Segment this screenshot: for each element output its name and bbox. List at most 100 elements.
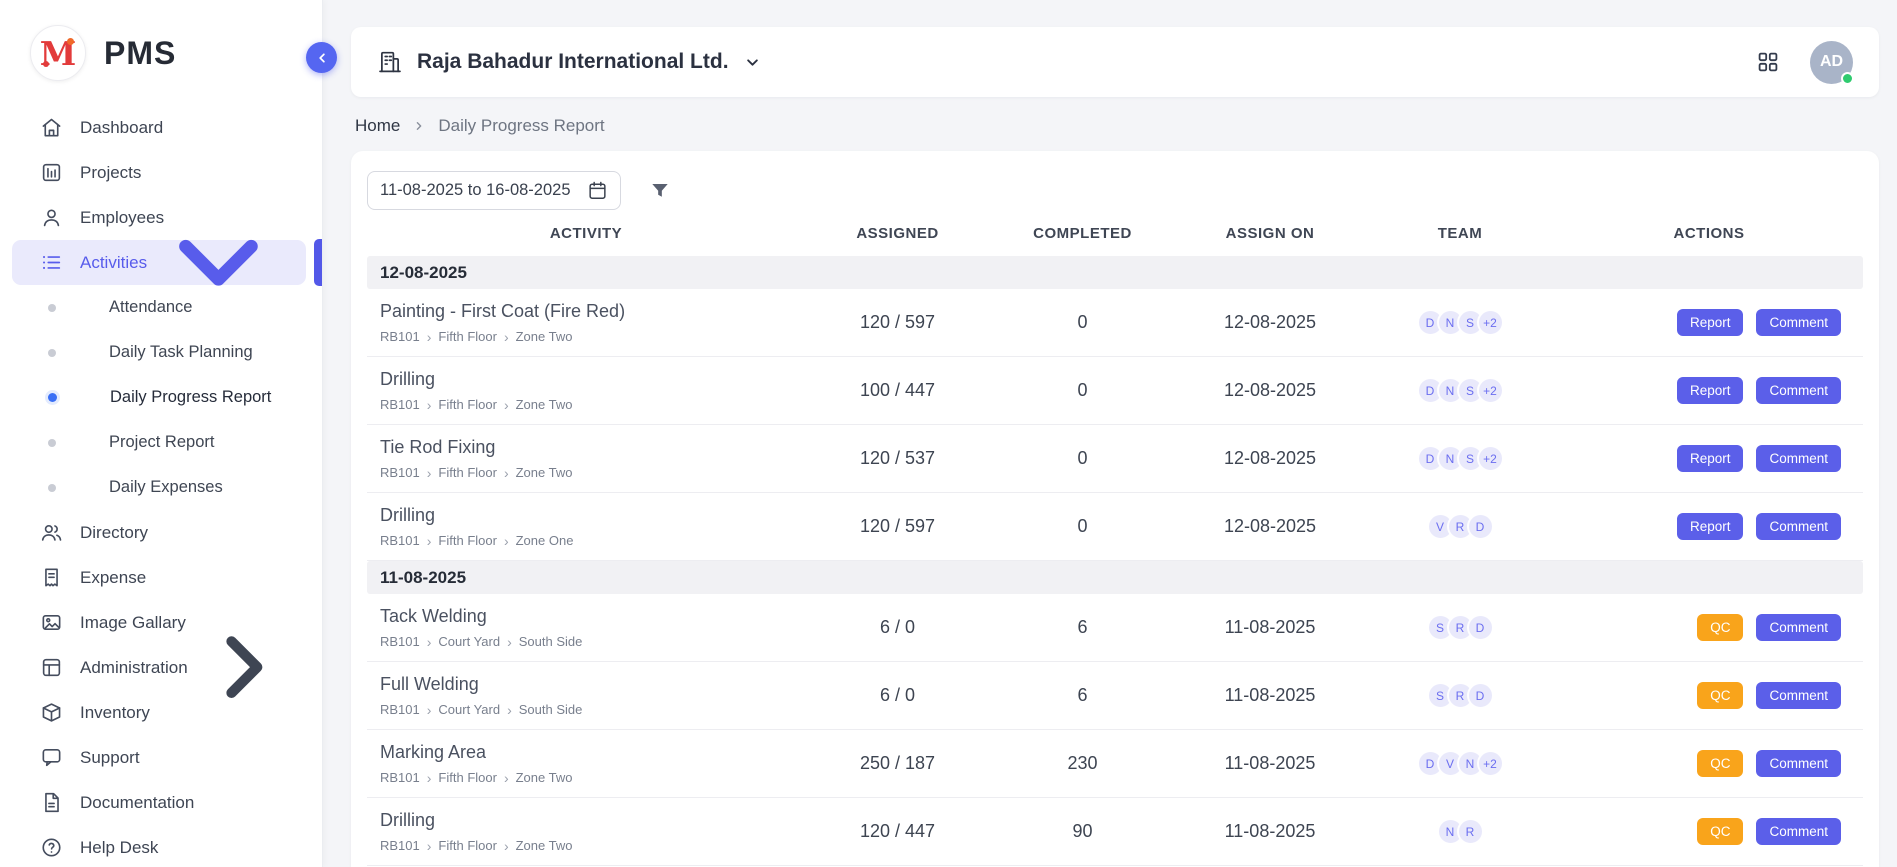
sidebar-item-activities[interactable]: Activities (12, 240, 306, 285)
activity-location: RB101›Fifth Floor›Zone Two (380, 770, 805, 785)
bullet-icon (48, 349, 56, 357)
user-avatar[interactable]: AD (1810, 41, 1853, 84)
sidebar-item-label: Directory (80, 523, 300, 543)
column-header-assigned: ASSIGNED (805, 225, 990, 242)
sidebar-item-dashboard[interactable]: Dashboard (0, 105, 322, 150)
chevron-right-icon: › (504, 466, 509, 480)
assigned-value: 100 / 447 (805, 380, 990, 401)
report-button[interactable]: Report (1677, 445, 1744, 472)
team-avatar[interactable]: +2 (1477, 309, 1504, 336)
activity-cell: Tie Rod FixingRB101›Fifth Floor›Zone Two (367, 437, 805, 480)
comment-button[interactable]: Comment (1756, 377, 1841, 404)
comment-button[interactable]: Comment (1756, 309, 1841, 336)
activity-row: DrillingRB101›Fifth Floor›Zone Two100 / … (367, 357, 1863, 425)
table-body: 12-08-2025Painting - First Coat (Fire Re… (367, 256, 1863, 866)
sidebar-subitem-daily-expenses[interactable]: Daily Expenses (0, 465, 322, 510)
sidebar-subitem-project-report[interactable]: Project Report (0, 420, 322, 465)
sidebar-item-inventory[interactable]: Inventory (0, 690, 322, 735)
completed-value: 6 (990, 617, 1175, 638)
activity-location: RB101›Fifth Floor›Zone Two (380, 465, 805, 480)
date-range-input[interactable]: 11-08-2025 to 16-08-2025 (367, 171, 621, 210)
sidebar-subitem-label: Daily Expenses (109, 478, 223, 497)
completed-value: 0 (990, 448, 1175, 469)
comment-button[interactable]: Comment (1756, 614, 1841, 641)
row-actions: Report Comment (1555, 309, 1863, 336)
sidebar-subitem-daily-task-planning[interactable]: Daily Task Planning (0, 330, 322, 375)
sidebar-subitem-daily-progress-report[interactable]: Daily Progress Report (0, 375, 322, 420)
activity-cell: DrillingRB101›Fifth Floor›Zone One (367, 505, 805, 548)
online-status-dot (1841, 72, 1854, 85)
employees-icon (40, 206, 63, 229)
location-segment: RB101 (380, 634, 420, 649)
qc-button[interactable]: QC (1697, 682, 1743, 709)
calendar-icon (587, 180, 608, 201)
location-segment: Fifth Floor (438, 465, 497, 480)
apps-grid-button[interactable] (1756, 50, 1780, 74)
breadcrumb-current: Daily Progress Report (438, 116, 604, 136)
chevron-right-icon: › (504, 398, 509, 412)
app-root: M PMS DashboardProjectsEmployeesActiviti… (0, 0, 1897, 867)
sidebar-collapse-button[interactable] (306, 42, 337, 73)
comment-button[interactable]: Comment (1756, 750, 1841, 777)
report-button[interactable]: Report (1677, 309, 1744, 336)
comment-button[interactable]: Comment (1756, 513, 1841, 540)
location-segment: Court Yard (438, 634, 500, 649)
sidebar-item-projects[interactable]: Projects (0, 150, 322, 195)
location-segment: RB101 (380, 533, 420, 548)
sidebar-item-administration[interactable]: Administration (0, 645, 322, 690)
report-button[interactable]: Report (1677, 513, 1744, 540)
team-avatar[interactable]: R (1457, 818, 1484, 845)
team-avatar[interactable]: D (1467, 682, 1494, 709)
row-actions: QC Comment (1555, 750, 1863, 777)
sidebar-item-directory[interactable]: Directory (0, 510, 322, 555)
team-avatar[interactable]: D (1467, 614, 1494, 641)
building-icon (377, 49, 403, 75)
filter-button[interactable] (649, 180, 671, 202)
sidebar-item-documentation[interactable]: Documentation (0, 780, 322, 825)
activity-cell: DrillingRB101›Fifth Floor›Zone Two (367, 810, 805, 853)
chevron-right-icon: › (504, 771, 509, 785)
team-avatar[interactable]: +2 (1477, 445, 1504, 472)
column-header-assign-on: ASSIGN ON (1175, 225, 1365, 242)
comment-button[interactable]: Comment (1756, 682, 1841, 709)
breadcrumb-home[interactable]: Home (355, 116, 400, 136)
comment-button[interactable]: Comment (1756, 818, 1841, 845)
sidebar-item-help-desk[interactable]: Help Desk (0, 825, 322, 867)
breadcrumb: Home Daily Progress Report (351, 97, 1879, 151)
activity-location: RB101›Fifth Floor›Zone Two (380, 838, 805, 853)
activity-title: Tie Rod Fixing (380, 437, 805, 458)
sidebar-item-expense[interactable]: Expense (0, 555, 322, 600)
company-selector[interactable]: Raja Bahadur International Ltd. (377, 49, 762, 75)
location-segment: Fifth Floor (438, 770, 497, 785)
qc-button[interactable]: QC (1697, 614, 1743, 641)
location-segment: Court Yard (438, 702, 500, 717)
sidebar-item-support[interactable]: Support (0, 735, 322, 780)
report-button[interactable]: Report (1677, 377, 1744, 404)
assign-on-value: 11-08-2025 (1175, 753, 1365, 774)
chevron-right-icon: › (504, 330, 509, 344)
qc-button[interactable]: QC (1697, 750, 1743, 777)
administration-icon (40, 656, 63, 679)
activity-row: Full WeldingRB101›Court Yard›South Side6… (367, 662, 1863, 730)
activity-row: Tie Rod FixingRB101›Fifth Floor›Zone Two… (367, 425, 1863, 493)
location-segment: Fifth Floor (438, 838, 497, 853)
assigned-value: 120 / 537 (805, 448, 990, 469)
assigned-value: 120 / 597 (805, 312, 990, 333)
chevron-right-icon: › (427, 771, 432, 785)
sidebar-subitem-label: Daily Task Planning (109, 343, 253, 362)
chevron-right-icon (412, 119, 426, 133)
location-segment: Zone Two (516, 465, 573, 480)
team-avatar[interactable]: D (1467, 513, 1494, 540)
assigned-value: 250 / 187 (805, 753, 990, 774)
comment-button[interactable]: Comment (1756, 445, 1841, 472)
projects-icon (40, 161, 63, 184)
team-avatar[interactable]: +2 (1477, 377, 1504, 404)
chevron-right-icon: › (427, 703, 432, 717)
completed-value: 0 (990, 516, 1175, 537)
assigned-value: 6 / 0 (805, 617, 990, 638)
team-avatar[interactable]: +2 (1477, 750, 1504, 777)
qc-button[interactable]: QC (1697, 818, 1743, 845)
expense-icon (40, 566, 63, 589)
row-actions: Report Comment (1555, 445, 1863, 472)
helpdesk-icon (40, 836, 63, 859)
